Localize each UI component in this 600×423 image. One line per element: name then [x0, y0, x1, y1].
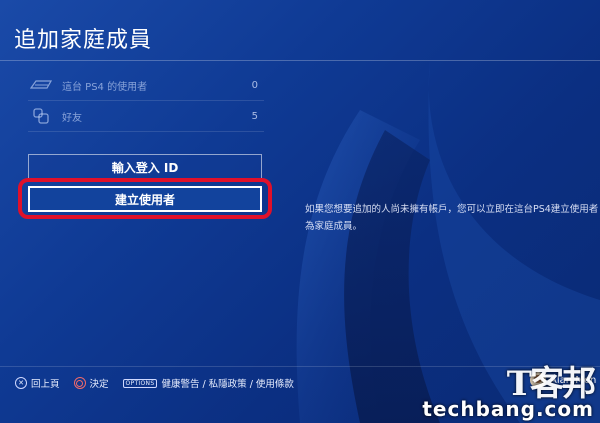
member-source-list: 這台 PS4 的使用者 0 好友 5 — [28, 70, 264, 132]
watermark-domain: techbang.com — [422, 397, 594, 421]
cross-button-icon: ✕ — [15, 377, 27, 389]
footer-hints: ✕ 回上頁 決定 OPTIONS 健康警告 / 私隱政策 / 使用條款 — [15, 376, 308, 390]
title-divider — [0, 60, 600, 61]
options-hint[interactable]: OPTIONS 健康警告 / 私隱政策 / 使用條款 — [122, 376, 294, 390]
list-item-count: 5 — [251, 110, 258, 122]
list-item-label: 好友 — [62, 112, 82, 124]
list-item-ps4-users[interactable]: 這台 PS4 的使用者 0 — [28, 70, 264, 101]
confirm-hint[interactable]: 決定 — [73, 376, 109, 390]
watermark-logo: T客邦 techbang.com — [422, 356, 600, 423]
highlight-annotation — [18, 178, 272, 219]
friends-icon — [28, 108, 54, 124]
enter-login-id-button[interactable]: 輸入登入 ID — [28, 154, 262, 180]
help-description: 如果您想要追加的人尚未擁有帳戶，您可以立即在這台PS4建立使用者為家庭成員。 — [305, 204, 599, 232]
list-item-label: 這台 PS4 的使用者 — [62, 81, 148, 93]
list-item-friends[interactable]: 好友 5 — [28, 101, 264, 132]
back-hint[interactable]: ✕ 回上頁 — [15, 376, 60, 390]
confirm-label: 決定 — [89, 379, 109, 390]
list-item-count: 0 — [251, 79, 258, 91]
back-label: 回上頁 — [31, 379, 60, 390]
options-label: 健康警告 / 私隱政策 / 使用條款 — [161, 379, 294, 390]
options-button-icon: OPTIONS — [122, 378, 158, 388]
circle-button-icon — [73, 377, 86, 389]
page-title: 追加家庭成員 — [14, 28, 153, 53]
ps4-console-icon — [28, 77, 54, 93]
